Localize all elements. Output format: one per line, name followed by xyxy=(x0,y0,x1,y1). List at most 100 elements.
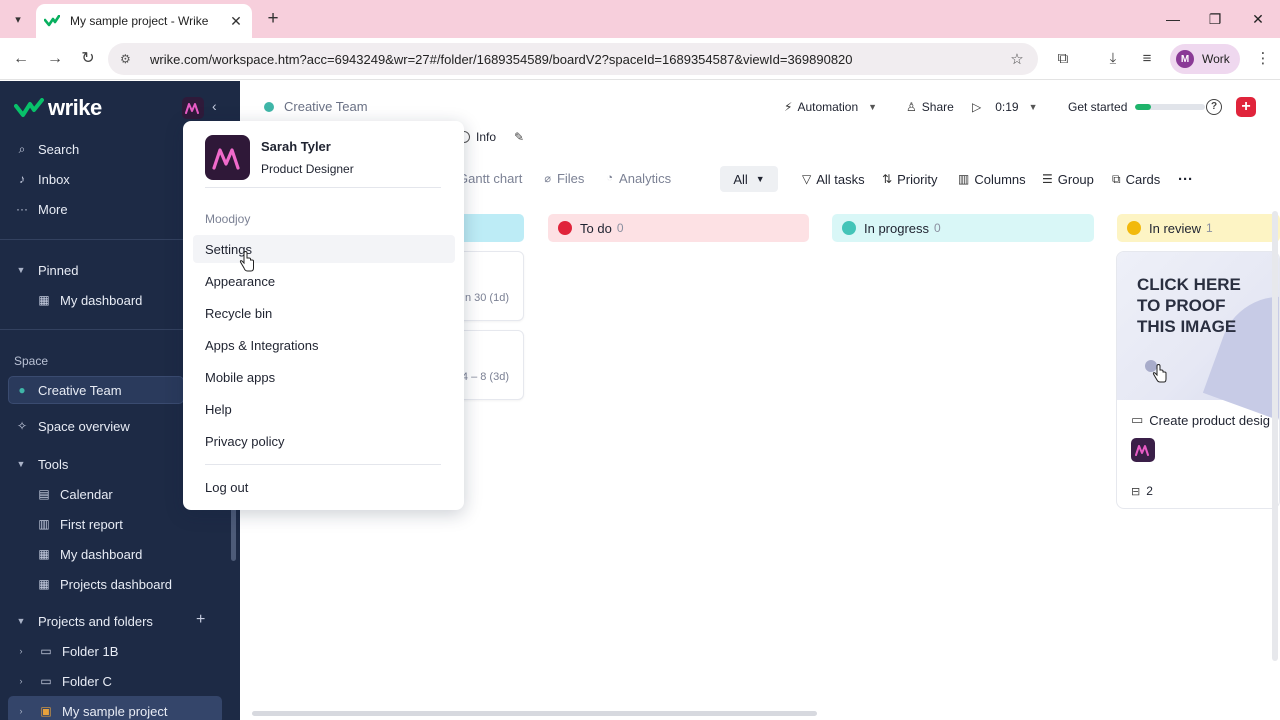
menu-item-privacy-policy[interactable]: Privacy policy xyxy=(193,427,455,455)
assignee-avatar[interactable] xyxy=(1131,438,1155,462)
chevron-down-icon[interactable]: ▼ xyxy=(1029,102,1038,112)
pin-icon[interactable]: ✎ xyxy=(514,130,524,144)
new-tab-button[interactable]: + xyxy=(262,8,284,30)
more-options-icon[interactable]: ··· xyxy=(1178,168,1193,190)
tab-gantt-chart[interactable]: Gantt chart xyxy=(458,171,522,186)
account-menu: Sarah Tyler Product Designer Moodjoy Set… xyxy=(183,121,464,510)
sidebar-item-more[interactable]: ··· More xyxy=(14,197,68,221)
sidebar-item-first-report[interactable]: ▥ First report xyxy=(36,512,123,536)
sidebar-section-projects[interactable]: ▼ Projects and folders xyxy=(14,609,153,633)
sidebar-item-calendar[interactable]: ▤ Calendar xyxy=(36,482,112,506)
browser-menu-icon[interactable]: ⋮ xyxy=(1252,48,1274,70)
url-text[interactable]: wrike.com/workspace.htm?acc=6943249&wr=2… xyxy=(150,52,1008,67)
sidebar-item-creative-team[interactable]: ● Creative Team xyxy=(14,378,121,402)
chevron-right-icon[interactable]: › xyxy=(14,646,28,656)
sidebar-item-projects-dashboard[interactable]: ▦ Projects dashboard xyxy=(36,572,172,596)
group-button[interactable]: ☰ Group xyxy=(1042,168,1094,190)
browser-tab[interactable]: My sample project - Wrike ✕ xyxy=(36,4,252,38)
subtask-icon: ⊟ xyxy=(1131,485,1141,498)
column-header-in-review[interactable]: In review 1 xyxy=(1117,214,1280,242)
columns-button[interactable]: ▥ Columns xyxy=(958,168,1026,190)
sidebar-item-my-sample-project[interactable]: › ▣ My sample project xyxy=(14,699,168,720)
proof-image[interactable]: CLICK HERE TO PROOF THIS IMAGE xyxy=(1117,252,1279,421)
site-info-icon[interactable]: ⚙ xyxy=(120,52,136,66)
project-info-row: Info ✎ xyxy=(458,130,524,144)
tab-search-chevron-icon[interactable]: ▾ xyxy=(8,9,28,29)
group-icon: ☰ xyxy=(1042,172,1053,186)
board-vertical-scrollbar[interactable] xyxy=(1272,211,1278,661)
sidebar-item-my-dashboard[interactable]: ▦ My dashboard xyxy=(36,542,142,566)
profile-button[interactable]: M Work xyxy=(1170,44,1240,74)
back-icon[interactable]: ← xyxy=(10,48,32,70)
play-icon: ▷ xyxy=(972,100,982,114)
minimize-icon[interactable]: — xyxy=(1162,8,1184,30)
menu-item-recycle-bin[interactable]: Recycle bin xyxy=(193,299,455,327)
automation-button[interactable]: ⚡ Automation ▼ xyxy=(784,95,877,119)
address-bar[interactable]: ⚙ wrike.com/workspace.htm?acc=6943249&wr… xyxy=(108,43,1038,75)
sidebar-section-tools[interactable]: ▼ Tools xyxy=(14,452,69,476)
browser-toolbar: ← → ↻ ⚙ wrike.com/workspace.htm?acc=6943… xyxy=(0,38,1280,80)
sidebar-section-label: Tools xyxy=(38,456,69,472)
chevron-right-icon[interactable]: › xyxy=(14,676,28,686)
menu-item-settings[interactable]: Settings xyxy=(193,235,455,263)
wrike-logo[interactable]: wrike xyxy=(14,95,102,121)
extensions-icon[interactable]: ⧉ xyxy=(1052,48,1074,70)
workspace-avatar[interactable] xyxy=(182,97,204,119)
bookmark-star-icon[interactable]: ☆ xyxy=(1008,50,1026,68)
column-label: To do xyxy=(580,220,612,236)
space-dot-icon: ● xyxy=(18,383,26,397)
media-icon[interactable]: ≡ xyxy=(1136,48,1158,70)
sort-icon: ⇅ xyxy=(882,172,893,186)
cards-button[interactable]: ⧉ Cards xyxy=(1112,168,1160,190)
share-button[interactable]: ♙ Share xyxy=(906,95,954,119)
tab-analytics[interactable]: ◔ Analytics xyxy=(606,171,671,186)
tab-label: Files xyxy=(556,170,585,186)
timer-button[interactable]: ▷ 0:19 ▼ xyxy=(972,95,1038,119)
help-icon[interactable]: ? xyxy=(1206,99,1222,115)
task-title[interactable]: ▭ Create product desig xyxy=(1131,412,1270,428)
get-started-progress xyxy=(1135,104,1206,110)
menu-item-help[interactable]: Help xyxy=(193,395,455,423)
view-tabs: Gantt chart ⌀ Files ◔ Analytics xyxy=(458,165,693,191)
task-card-proof[interactable]: CLICK HERE TO PROOF THIS IMAGE ▭ Create … xyxy=(1116,251,1280,509)
menu-item-mobile-apps[interactable]: Mobile apps xyxy=(193,363,455,391)
get-started-button[interactable]: Get started xyxy=(1068,95,1206,119)
add-button[interactable]: + xyxy=(1236,97,1256,117)
menu-item-apps-integrations[interactable]: Apps & Integrations xyxy=(193,331,455,359)
user-name: Sarah Tyler xyxy=(261,139,331,154)
sidebar-item-folder-c[interactable]: › ▭ Folder C xyxy=(14,669,112,693)
sidebar-item-search[interactable]: ⌕ Search xyxy=(14,137,80,161)
sidebar-item-folder-1b[interactable]: › ▭ Folder 1B xyxy=(14,639,119,663)
priority-sort-button[interactable]: ⇅ Priority xyxy=(882,168,938,190)
user-role: Product Designer xyxy=(261,162,354,176)
sidebar-item-inbox[interactable]: ♪ Inbox xyxy=(14,167,70,191)
sidebar-item-space-overview[interactable]: ✧ Space overview xyxy=(14,414,130,438)
add-project-icon[interactable]: + xyxy=(196,611,212,629)
column-label: In review xyxy=(1149,220,1202,236)
breadcrumb[interactable]: Creative Team xyxy=(264,99,368,114)
close-tab-icon[interactable]: ✕ xyxy=(228,13,244,29)
chevron-right-icon[interactable]: › xyxy=(14,706,28,716)
sidebar-section-pinned[interactable]: ▼ Pinned xyxy=(14,258,79,282)
sidebar-item-label: More xyxy=(38,201,68,217)
collapse-sidebar-icon[interactable]: ‹ xyxy=(212,98,228,118)
restore-icon[interactable]: ❐ xyxy=(1204,8,1226,30)
dashboard-icon: ▦ xyxy=(38,577,50,591)
download-icon[interactable]: ⤓ xyxy=(1102,48,1124,70)
all-tasks-filter-button[interactable]: ▽ All tasks xyxy=(802,168,865,190)
automation-label: Automation xyxy=(797,100,859,114)
tab-files[interactable]: ⌀ Files xyxy=(544,171,584,186)
column-header-in-progress[interactable]: In progress 0 xyxy=(832,214,1094,242)
column-header-to-do[interactable]: To do 0 xyxy=(548,214,809,242)
space-dot-icon xyxy=(264,101,274,112)
forward-icon[interactable]: → xyxy=(44,48,66,70)
menu-item-log-out[interactable]: Log out xyxy=(193,473,455,501)
reload-icon[interactable]: ↻ xyxy=(77,48,99,70)
view-filter-dropdown[interactable]: All ▼ xyxy=(720,166,778,192)
menu-item-appearance[interactable]: Appearance xyxy=(193,267,455,295)
sidebar-item-my-dashboard-pinned[interactable]: ▦ My dashboard xyxy=(36,288,142,312)
board-horizontal-scrollbar[interactable] xyxy=(252,711,817,716)
close-window-icon[interactable]: ✕ xyxy=(1247,8,1269,30)
subtask-count[interactable]: ⊟ 2 xyxy=(1131,484,1153,498)
chevron-down-icon[interactable]: ▼ xyxy=(868,102,877,112)
